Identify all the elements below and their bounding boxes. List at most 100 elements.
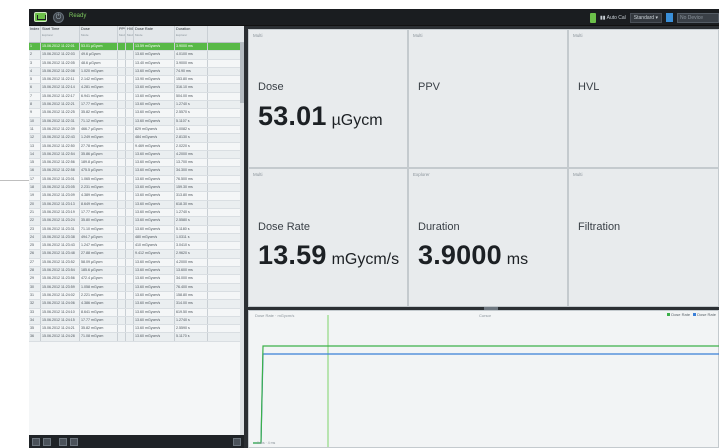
table-cell: [126, 109, 134, 117]
metric-tile[interactable]: Multi Dose 53.01 µGycm: [248, 29, 408, 168]
table-cell: 13.60 mGycm/s: [134, 175, 175, 184]
table-row[interactable]: 27 15.06.2012 11:23:52 58.09 µGycm 13.60 mG…: [29, 258, 244, 268]
tile-title: Dose: [258, 81, 284, 93]
metric-tile[interactable]: Multi Dose Rate 13.59 mGycm/s: [248, 168, 408, 307]
table-cell: [126, 184, 134, 192]
table-row[interactable]: 29 15.06.2012 11:23:56 472.4 µGycm 13.60 mG…: [29, 275, 244, 284]
table-row[interactable]: 14 15.06.2012 11:22:54 35.86 µGycm 13.60 mG…: [29, 150, 244, 160]
table-row[interactable]: 7 15.06.2012 11:22:17 6.941 mGycm 13.60 mGy…: [29, 92, 244, 102]
table-cell: [126, 125, 134, 134]
table-row[interactable]: 16 15.06.2012 11:22:58 475.5 µGycm 13.60 mG…: [29, 167, 244, 176]
metric-tile[interactable]: Multi PPV: [408, 29, 568, 168]
table-cell: 2.221 mGycm: [80, 291, 118, 300]
prev-page-button[interactable]: [43, 437, 51, 446]
first-page-button[interactable]: [32, 437, 40, 446]
column-header[interactable]: Dose Rate Mode: [134, 26, 175, 42]
table-row[interactable]: 33 15.06.2012 11:24:10 8.641 mGycm 13.60 mG…: [29, 308, 244, 317]
table-row[interactable]: 3 15.06.2012 11:22:05 48.6 µGycm 13.40 mGyc…: [29, 59, 244, 68]
table-row[interactable]: 17 15.06.2012 11:23:01 1.065 mGycm 13.60 mG…: [29, 175, 244, 185]
table-row[interactable]: 1 15.06.2012 11:22:01 53.01 µGycm 13.59 mGy…: [29, 43, 244, 52]
legend-item[interactable]: Dose Rate: [693, 312, 716, 317]
table-cell: [126, 43, 134, 51]
table-cell: 27: [29, 258, 41, 267]
column-header[interactable]: Duration Explorer: [175, 26, 208, 42]
table-cell: 15.06.2012 11:24:02: [41, 291, 80, 300]
table-body: 1 15.06.2012 11:22:01 53.01 µGycm 13.59 mGy…: [29, 43, 244, 342]
delete-button[interactable]: [70, 437, 78, 446]
table-cell: 4.2000 ms: [175, 258, 208, 267]
table-cell: 2.142 mGycm: [80, 76, 118, 84]
table-row[interactable]: 21 15.06.2012 11:23:19 17.77 mGycm 13.60 mG…: [29, 208, 244, 218]
table-cell: 316.10 ms: [175, 84, 208, 92]
metric-grid: Multi Dose 53.01 µGycm Multi PPV Multi HVL Multi…: [248, 29, 719, 307]
column-header[interactable]: Dose Mode: [80, 26, 118, 42]
auto-cal-toggle[interactable]: ▮▮ Auto Cal: [600, 15, 626, 21]
device-field[interactable]: No Device: [677, 12, 719, 23]
export-button[interactable]: [59, 437, 67, 446]
table-cell: 475.5 µGycm: [80, 167, 118, 175]
table-row[interactable]: 15 15.06.2012 11:22:56 189.8 µGycm 13.60 mG…: [29, 159, 244, 168]
table-row[interactable]: 28 15.06.2012 11:23:54 185.6 µGycm 13.60 mG…: [29, 267, 244, 276]
table-row[interactable]: 23 15.06.2012 11:23:31 71.10 mGycm 13.60 mG…: [29, 225, 244, 234]
table-cell: 35.86 µGycm: [80, 150, 118, 159]
table-cell: 13.60 mGycm/s: [134, 150, 175, 159]
table-row[interactable]: 10 15.06.2012 11:22:31 71.12 mGycm 13.60 mG…: [29, 117, 244, 126]
tile-mode-label: Multi: [573, 33, 583, 38]
table-row[interactable]: 11 15.06.2012 11:22:39 466.7 µGycm 829 mGyc…: [29, 125, 244, 135]
table-row[interactable]: 9 15.06.2012 11:22:25 35.82 mGycm 13.60 mGy…: [29, 109, 244, 118]
metric-tile[interactable]: Multi Filtration: [568, 168, 719, 307]
table-row[interactable]: 19 15.06.2012 11:23:09 4.389 mGycm 13.60 mG…: [29, 192, 244, 201]
table-row[interactable]: 22 15.06.2012 11:23:24 35.80 mGycm 13.60 mG…: [29, 217, 244, 226]
table-cell: 13.60 mGycm/s: [134, 184, 175, 192]
table-cell: 15.06.2012 11:22:03: [41, 51, 80, 59]
table-cell: 15.06.2012 11:22:31: [41, 117, 80, 125]
table-cell: 15.06.2012 11:22:54: [41, 150, 80, 159]
column-header-label: Dose: [81, 27, 90, 31]
column-header-mode: Mode: [81, 33, 89, 37]
settings-button[interactable]: [233, 437, 241, 446]
column-header[interactable]: Index: [29, 26, 41, 42]
table-cell: 13.60 mGycm/s: [134, 200, 175, 208]
table-row[interactable]: 26 15.06.2012 11:23:48 27.88 mGycm 9.412 mG…: [29, 250, 244, 259]
metric-tile[interactable]: Multi HVL: [568, 29, 719, 168]
table-row[interactable]: 34 15.06.2012 11:24:15 17.77 mGycm 13.60 mG…: [29, 316, 244, 326]
table-row[interactable]: 30 15.06.2012 11:23:59 1.058 mGycm 13.60 mG…: [29, 283, 244, 292]
power-icon[interactable]: ⏻: [53, 12, 64, 23]
table-row[interactable]: 13 15.06.2012 11:22:50 27.78 mGycm 9.469 mG…: [29, 142, 244, 151]
table-row[interactable]: 2 15.06.2012 11:22:03 49.6 µGycm 13.60 mGyc…: [29, 51, 244, 60]
table-cell: [126, 175, 134, 184]
column-header[interactable]: HVL Mode: [126, 26, 134, 42]
table-row[interactable]: 8 15.06.2012 11:22:21 17.77 mGycm 13.60 mGy…: [29, 101, 244, 110]
monitor-icon[interactable]: [34, 12, 47, 22]
table-row[interactable]: 25 15.06.2012 11:23:43 1.247 mGycm 410 mGyc…: [29, 242, 244, 251]
table-cell: 58.09 µGycm: [80, 258, 118, 267]
table-cell: 13.60 mGycm/s: [134, 283, 175, 291]
table-cell: 13.60 mGycm/s: [134, 291, 175, 300]
table-row[interactable]: 12 15.06.2012 11:22:43 1.249 mGycm 484 mGyc…: [29, 134, 244, 143]
metric-tile[interactable]: Explorer Duration 3.9000 ms: [408, 168, 568, 307]
table-row[interactable]: 20 15.06.2012 11:23:13 8.649 mGycm 13.60 mG…: [29, 200, 244, 209]
column-header[interactable]: PPV Mode: [118, 26, 126, 42]
table-cell: 494.7 µGycm: [80, 233, 118, 242]
table-row[interactable]: 31 15.06.2012 11:24:02 2.221 mGycm 13.60 mG…: [29, 291, 244, 301]
status-text: Ready: [69, 13, 87, 19]
table-cell: [126, 192, 134, 200]
table-cell: 3: [29, 59, 41, 67]
table-row[interactable]: 35 15.06.2012 11:24:21 35.82 mGycm 13.60 mG…: [29, 325, 244, 334]
table-scrollbar[interactable]: [240, 43, 244, 435]
table-row[interactable]: 5 15.06.2012 11:22:11 2.142 mGycm 13.90 mGy…: [29, 76, 244, 85]
table-row[interactable]: 4 15.06.2012 11:22:08 1.020 mGycm 13.60 mGy…: [29, 67, 244, 77]
table-row[interactable]: 36 15.06.2012 11:24:28 71.08 mGycm 13.60 mG…: [29, 333, 244, 342]
table-cell: 480 mGycm/s: [134, 233, 175, 242]
legend-item[interactable]: Dose Rate: [667, 312, 690, 317]
table-row[interactable]: 18 15.06.2012 11:23:05 2.231 mGycm 13.60 mG…: [29, 184, 244, 193]
table-row[interactable]: 32 15.06.2012 11:24:06 4.386 mGycm 13.60 mG…: [29, 300, 244, 309]
table-row[interactable]: 6 15.06.2012 11:22:14 4.281 mGycm 13.60 mGy…: [29, 84, 244, 93]
preset-dropdown[interactable]: Standard ▾: [629, 12, 662, 23]
table-cell: 19: [29, 192, 41, 200]
table-cell: [118, 283, 126, 291]
table-row[interactable]: 24 15.06.2012 11:23:38 494.7 µGycm 480 mGyc…: [29, 233, 244, 243]
table-cell: 9: [29, 109, 41, 117]
column-header-mode: Mode: [119, 33, 126, 37]
column-header[interactable]: Start Time Explorer: [41, 26, 80, 42]
